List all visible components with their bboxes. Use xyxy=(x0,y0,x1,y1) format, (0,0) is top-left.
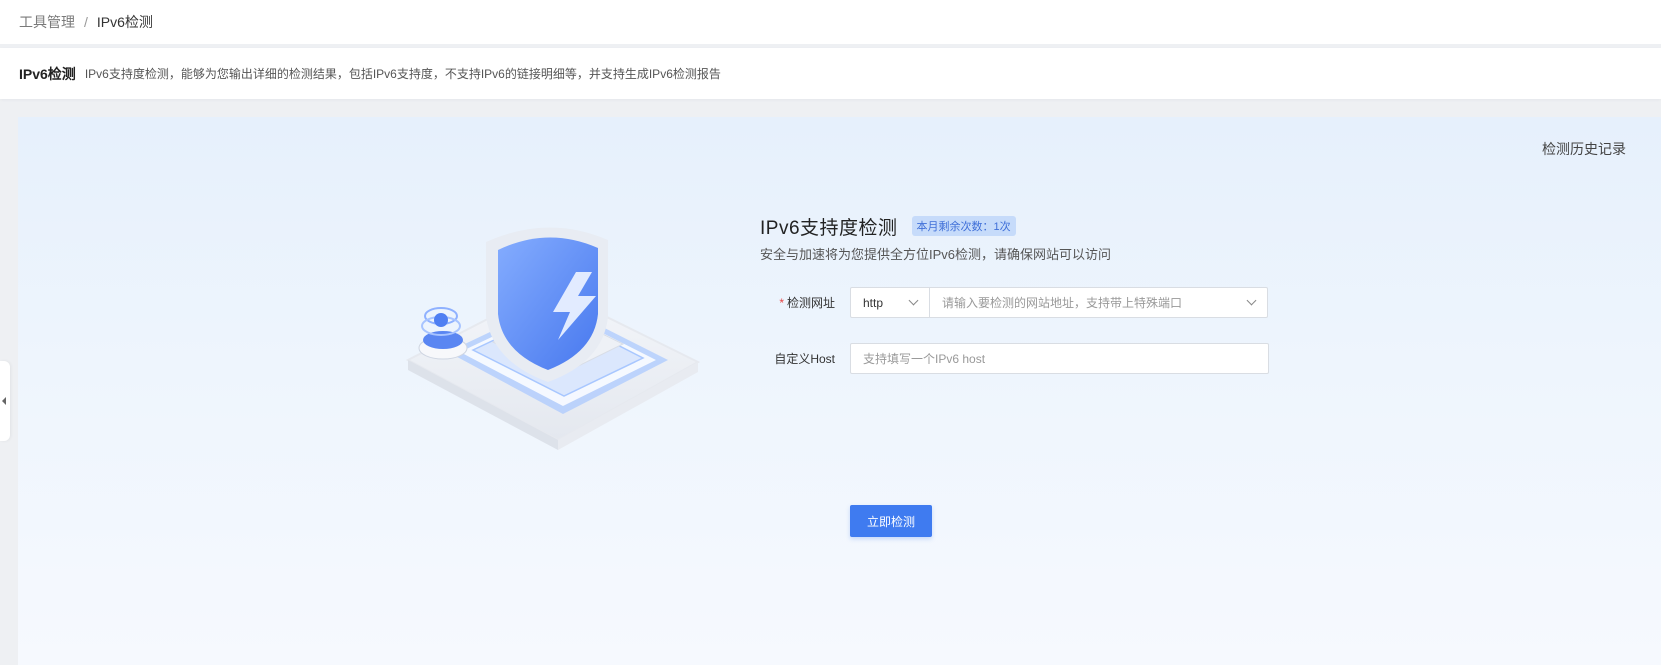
host-row: 自定义Host 支持填写一个IPv6 host xyxy=(760,343,1269,374)
form-title: IPv6支持度检测 xyxy=(760,217,898,239)
host-placeholder: 支持填写一个IPv6 host xyxy=(863,352,986,366)
chevron-down-icon[interactable] xyxy=(1246,295,1257,306)
url-input[interactable]: 请输入要检测的网站地址，支持带上特殊端口 xyxy=(930,288,1267,317)
protocol-value: http xyxy=(863,295,884,310)
url-row: * 检测网址 http 请输入要检测的网站地址，支持带上特殊端口 xyxy=(760,287,1268,318)
main-panel: 检测历史记录 IPv6支持度检测 本月剩余次数：1次 安全与加速将为您提供全方位… xyxy=(18,117,1661,665)
shield-lightning-illustration xyxy=(398,212,738,482)
sidebar-collapse-handle[interactable] xyxy=(0,361,10,441)
form-subtitle: 安全与加速将为您提供全方位IPv6检测，请确保网站可以访问 xyxy=(760,247,1112,262)
page-header: IPv6检测 IPv6支持度检测，能够为您输出详细的检测结果，包括IPv6支持度… xyxy=(0,48,1661,99)
url-label: * 检测网址 xyxy=(760,294,850,311)
history-link[interactable]: 检测历史记录 xyxy=(1542,139,1626,159)
quota-badge: 本月剩余次数：1次 xyxy=(911,216,1016,236)
detection-form: IPv6支持度检测 本月剩余次数：1次 安全与加速将为您提供全方位IPv6检测，… xyxy=(760,213,1320,537)
breadcrumb-parent[interactable]: 工具管理 xyxy=(19,12,75,32)
protocol-select[interactable]: http xyxy=(851,288,930,317)
breadcrumb: 工具管理 / IPv6检测 xyxy=(0,0,1661,44)
page-description: IPv6支持度检测，能够为您输出详细的检测结果，包括IPv6支持度，不支持IPv… xyxy=(84,67,721,81)
page-title: IPv6检测 xyxy=(19,65,76,82)
chevron-down-icon xyxy=(908,295,919,306)
host-input[interactable]: 支持填写一个IPv6 host xyxy=(850,343,1269,374)
breadcrumb-current: IPv6检测 xyxy=(96,14,153,30)
url-label-text: 检测网址 xyxy=(786,296,835,310)
breadcrumb-separator: / xyxy=(84,14,88,30)
host-label: 自定义Host xyxy=(774,352,835,366)
submit-button[interactable]: 立即检测 xyxy=(850,505,932,537)
url-input-group: http 请输入要检测的网站地址，支持带上特殊端口 xyxy=(850,287,1268,318)
url-placeholder: 请输入要检测的网站地址，支持带上特殊端口 xyxy=(942,296,1183,310)
required-mark: * xyxy=(779,296,784,310)
